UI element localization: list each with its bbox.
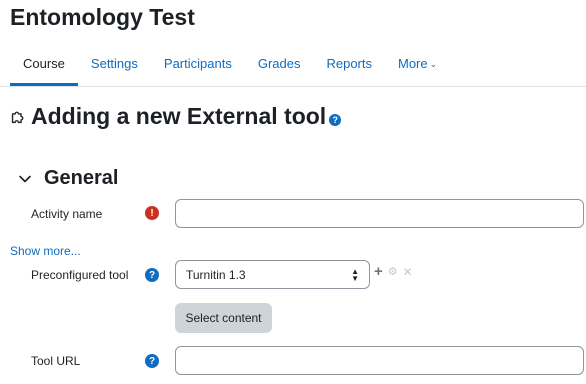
course-nav: Course Settings Participants Grades Repo… <box>10 46 586 86</box>
section-title: General <box>44 167 119 189</box>
tab-grades[interactable]: Grades <box>245 46 314 86</box>
preconfigured-tool-select[interactable]: Turnitin 1.3 ▲ ▼ <box>175 260 370 289</box>
activity-name-input[interactable] <box>175 199 584 228</box>
gear-icon[interactable]: ⚙ <box>388 265 398 278</box>
tab-grades-label: Grades <box>257 56 301 71</box>
tab-settings-label: Settings <box>90 56 138 71</box>
activity-name-label: Activity name <box>31 207 103 221</box>
section-general-toggle[interactable]: General <box>18 167 118 190</box>
heading-help-icon[interactable]: ? <box>329 113 342 126</box>
select-arrows-icon: ▲ ▼ <box>351 266 359 283</box>
x-icon[interactable]: ✕ <box>403 265 413 279</box>
chevron-down-icon <box>19 175 31 182</box>
tab-more[interactable]: More ⌄ <box>385 46 450 86</box>
preconfigured-tool-label: Preconfigured tool <box>31 268 129 282</box>
puzzle-icon <box>11 111 24 124</box>
tab-reports[interactable]: Reports <box>313 46 385 86</box>
page-heading: Adding a new External tool ? <box>10 103 342 130</box>
tab-participants[interactable]: Participants <box>151 46 245 86</box>
show-more-link[interactable]: Show more... <box>10 244 81 258</box>
course-title: Entomology Test <box>10 4 195 30</box>
tab-reports-label: Reports <box>326 56 372 71</box>
tab-course-label: Course <box>23 56 65 71</box>
tool-actions: + ⚙ ✕ <box>374 263 413 280</box>
chevron-down-icon: ⌄ <box>429 59 438 69</box>
page-title: Adding a new External tool <box>31 103 327 129</box>
tool-url-help-icon[interactable]: ? <box>145 354 159 368</box>
tab-participants-label: Participants <box>163 56 232 71</box>
tab-more-label: More <box>398 56 428 71</box>
tool-url-label: Tool URL <box>31 354 81 368</box>
tab-course[interactable]: Course <box>10 46 78 86</box>
tab-settings[interactable]: Settings <box>78 46 151 86</box>
preconfigured-help-icon[interactable]: ? <box>145 268 159 282</box>
preconfigured-tool-value: Turnitin 1.3 <box>186 267 246 282</box>
nav-divider <box>0 86 586 87</box>
select-content-button[interactable]: Select content <box>175 303 272 333</box>
required-icon: ! <box>145 206 159 220</box>
tool-url-input[interactable] <box>175 346 584 375</box>
plus-icon[interactable]: + <box>374 263 383 280</box>
